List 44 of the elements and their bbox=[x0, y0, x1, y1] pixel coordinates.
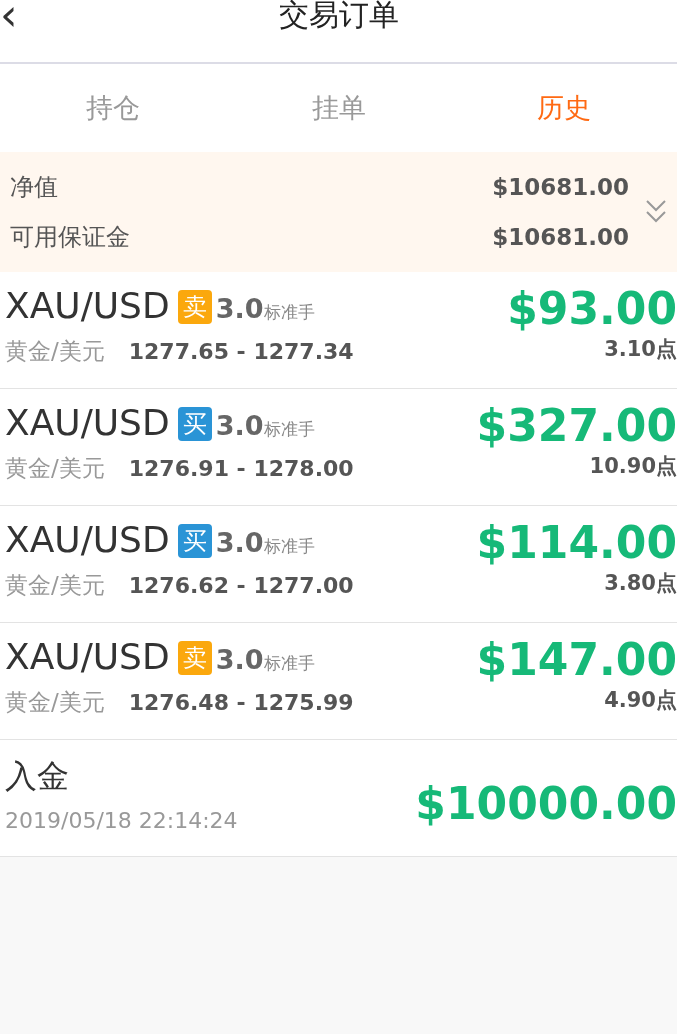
tab[interactable]: 挂单 bbox=[225, 86, 452, 130]
price-range: 1277.65 - 1277.34 bbox=[128, 337, 354, 366]
side-badge: 买 bbox=[177, 406, 212, 441]
summary-label: 净值 bbox=[10, 172, 58, 203]
profit-amount: $327.00 bbox=[476, 401, 677, 451]
page-title: 交易订单 bbox=[278, 0, 399, 30]
lot-unit: 标准手 bbox=[263, 536, 315, 556]
instrument-name: 黄金/美元 bbox=[5, 687, 105, 717]
summary-label: 可用保证金 bbox=[10, 222, 130, 253]
deposit-title: 入金 bbox=[5, 756, 70, 797]
lot-size: 3.0 bbox=[215, 527, 264, 558]
profit-amount: $93.00 bbox=[507, 284, 677, 334]
profit-amount: $147.00 bbox=[476, 635, 677, 685]
instrument-name: 黄金/美元 bbox=[5, 336, 105, 366]
lot-size: 3.0 bbox=[215, 293, 264, 324]
order-symbol: XAU/USD bbox=[5, 401, 170, 445]
side-badge: 卖 bbox=[177, 640, 212, 675]
order-symbol: XAU/USD bbox=[5, 284, 170, 328]
profit-points: 4.90点 bbox=[604, 687, 677, 714]
order-symbol: XAU/USD bbox=[5, 518, 170, 562]
price-range: 1276.62 - 1277.00 bbox=[128, 571, 354, 600]
price-range: 1276.91 - 1278.00 bbox=[128, 454, 354, 483]
tab[interactable]: 历史 bbox=[451, 86, 677, 130]
profit-points: 3.10点 bbox=[604, 336, 677, 363]
profit-points: 3.80点 bbox=[604, 570, 677, 597]
lot-size: 3.0 bbox=[215, 410, 264, 441]
profit-amount: $114.00 bbox=[476, 518, 677, 568]
lot-unit: 标准手 bbox=[263, 419, 315, 439]
price-range: 1276.48 - 1275.99 bbox=[128, 688, 354, 717]
summary-value: $10681.00 bbox=[492, 173, 629, 202]
instrument-name: 黄金/美元 bbox=[5, 570, 105, 600]
tab[interactable]: 持仓 bbox=[0, 86, 226, 130]
summary-value: $10681.00 bbox=[492, 223, 629, 252]
order-symbol: XAU/USD bbox=[5, 635, 170, 679]
profit-points: 10.90点 bbox=[589, 453, 677, 480]
instrument-name: 黄金/美元 bbox=[5, 453, 105, 483]
side-badge: 卖 bbox=[177, 289, 212, 324]
back-button[interactable]: ‹ bbox=[0, 0, 18, 30]
deposit-time: 2019/05/18 22:14:24 bbox=[5, 807, 238, 835]
lot-unit: 标准手 bbox=[263, 302, 315, 322]
side-badge: 买 bbox=[177, 523, 212, 558]
lot-size: 3.0 bbox=[215, 644, 264, 675]
lot-unit: 标准手 bbox=[263, 653, 315, 673]
deposit-amount: $10000.00 bbox=[415, 779, 677, 829]
